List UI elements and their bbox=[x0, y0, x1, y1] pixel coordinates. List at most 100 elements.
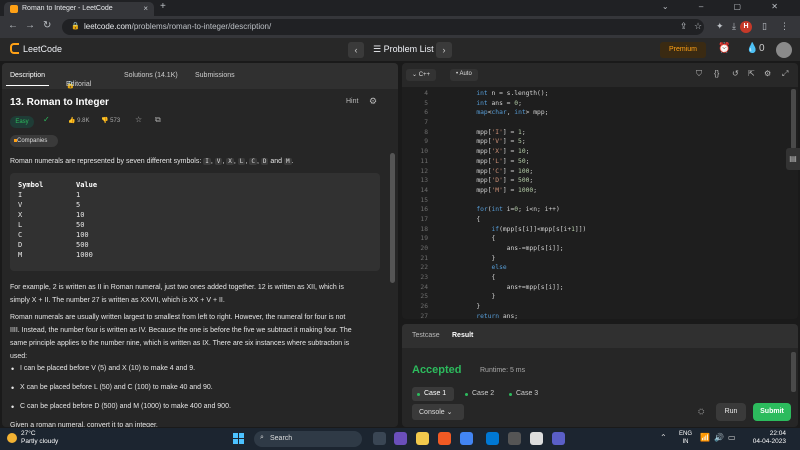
forward-arrow-icon[interactable]: → bbox=[25, 20, 35, 31]
premium-button[interactable]: Premium bbox=[660, 42, 706, 58]
weather-widget[interactable]: 27°C Partly cloudy bbox=[5, 430, 58, 446]
code-line[interactable]: 4 int n = s.length(); bbox=[402, 89, 798, 99]
code-line[interactable]: 17 { bbox=[402, 215, 798, 225]
leetcode-logo[interactable]: LeetCode bbox=[10, 43, 62, 54]
taskbar-search[interactable]: ⌕ Search bbox=[254, 431, 362, 447]
fullscreen-icon[interactable]: ⇱ bbox=[748, 69, 755, 78]
case-tab[interactable]: Case 3 bbox=[504, 387, 546, 401]
vscode-icon[interactable] bbox=[486, 432, 499, 445]
subtraction-line: IIII. Instead, the number four is writte… bbox=[10, 327, 352, 334]
teams-chat-icon[interactable] bbox=[394, 432, 407, 445]
braces-icon[interactable]: {} bbox=[714, 69, 719, 78]
code-line[interactable]: 26 } bbox=[402, 302, 798, 312]
run-button[interactable]: Run bbox=[716, 403, 746, 421]
next-problem-button[interactable]: › bbox=[436, 42, 452, 58]
settings-icon[interactable]: ⚙ bbox=[369, 96, 377, 107]
code-line[interactable]: 20 ans-=mpp[s[i]]; bbox=[402, 244, 798, 254]
dislike-button[interactable]: 👎 573 bbox=[101, 117, 120, 124]
case-tab[interactable]: Case 2 bbox=[460, 387, 502, 401]
new-tab-button[interactable]: + bbox=[160, 1, 166, 12]
hint-button[interactable]: Hint bbox=[346, 98, 358, 105]
tab-result[interactable]: Result bbox=[452, 332, 473, 339]
coins-icon[interactable]: 💧 bbox=[746, 43, 758, 54]
notes-side-tab[interactable]: ▤ bbox=[786, 148, 800, 170]
result-scrollbar[interactable] bbox=[791, 352, 796, 392]
language-indicator[interactable]: ENG IN bbox=[679, 430, 692, 446]
address-bar[interactable]: 🔒 leetcode.com/problems/roman-to-integer… bbox=[62, 19, 704, 35]
wifi-icon[interactable]: 📶 bbox=[700, 433, 710, 442]
tab-close-icon[interactable]: × bbox=[143, 4, 148, 13]
code-line[interactable]: 5 int ans = 0; bbox=[402, 99, 798, 109]
task-view-icon[interactable] bbox=[373, 432, 386, 445]
extensions-icon[interactable]: ✦ bbox=[716, 21, 724, 32]
code-line[interactable]: 8 mpp['I'] = 1; bbox=[402, 128, 798, 138]
expand-icon[interactable]: ⤢ bbox=[782, 69, 788, 79]
companies-tag[interactable]: Companies bbox=[10, 135, 58, 147]
code-line[interactable]: 12 mpp['C'] = 100; bbox=[402, 167, 798, 177]
browser-menu-icon[interactable]: ⋮ bbox=[780, 21, 789, 32]
like-button[interactable]: 👍 9.8K bbox=[68, 117, 89, 124]
code-line[interactable]: 6 map<char, int> mpp; bbox=[402, 108, 798, 118]
bookmark-icon[interactable]: ⛉ bbox=[696, 69, 702, 79]
clock[interactable]: 22:04 04-04-2023 bbox=[742, 430, 786, 446]
code-line[interactable]: 10 mpp['X'] = 10; bbox=[402, 147, 798, 157]
code-line[interactable]: 18 if(mpp[s[i]]<mpp[s[i+1]]) bbox=[402, 225, 798, 235]
user-avatar[interactable] bbox=[776, 42, 792, 58]
download-icon[interactable]: ⤓ bbox=[732, 21, 736, 32]
code-line[interactable]: 22 else bbox=[402, 263, 798, 273]
editor-scrollbar[interactable] bbox=[791, 89, 796, 149]
volume-icon[interactable]: 🔊 bbox=[714, 433, 724, 442]
reset-icon[interactable]: ↺ bbox=[732, 69, 739, 78]
code-line[interactable]: 13 mpp['D'] = 500; bbox=[402, 176, 798, 186]
share-icon[interactable]: ⇪ bbox=[680, 21, 688, 32]
app-icon[interactable] bbox=[508, 432, 521, 445]
code-line[interactable]: 24 ans+=mpp[s[i]]; bbox=[402, 283, 798, 293]
code-line[interactable]: 7 bbox=[402, 118, 798, 128]
result-panel: Testcase Result Accepted Runtime: 5 ms C… bbox=[402, 324, 798, 427]
code-line[interactable]: 15 bbox=[402, 196, 798, 206]
code-line[interactable]: 25 } bbox=[402, 292, 798, 302]
autocomplete-mode-select[interactable]: • Auto bbox=[450, 69, 478, 81]
app-icon[interactable] bbox=[530, 432, 543, 445]
tab-submissions[interactable]: Submissions bbox=[195, 72, 235, 79]
code-area[interactable]: 4 int n = s.length(); 5 int ans = 0; 6 map… bbox=[402, 89, 798, 319]
problem-list-link[interactable]: ☰ Problem List bbox=[373, 44, 434, 55]
windows-start-icon[interactable] bbox=[233, 433, 245, 445]
teams-icon[interactable] bbox=[552, 432, 565, 445]
favorite-star-icon[interactable]: ☆ bbox=[135, 115, 142, 124]
code-line[interactable]: 19 { bbox=[402, 234, 798, 244]
settings-icon[interactable]: ⚙ bbox=[764, 69, 771, 78]
tab-description[interactable]: Description bbox=[5, 72, 50, 86]
brave-browser-icon[interactable] bbox=[438, 432, 451, 445]
sidebar-icon[interactable]: ▯ bbox=[762, 21, 767, 32]
case-tab[interactable]: Case 1 bbox=[412, 387, 455, 401]
debug-icon[interactable]: ⛭ bbox=[698, 407, 704, 417]
share-link-icon[interactable]: ⧉ bbox=[155, 115, 161, 125]
file-explorer-icon[interactable] bbox=[416, 432, 429, 445]
language-select[interactable]: ⌄ C++ bbox=[406, 69, 437, 81]
console-button[interactable]: Console ⌄ bbox=[412, 404, 464, 420]
tray-chevron-icon[interactable]: ⌃ bbox=[660, 433, 667, 442]
tab-testcase[interactable]: Testcase bbox=[412, 332, 440, 339]
bookmark-star-icon[interactable]: ☆ bbox=[694, 21, 702, 32]
chrome-icon[interactable] bbox=[460, 432, 473, 445]
window-controls[interactable]: ⌄ – ▢ ✕ bbox=[662, 2, 792, 11]
submit-button[interactable]: Submit bbox=[753, 403, 791, 421]
reload-icon[interactable]: ↻ bbox=[43, 20, 51, 31]
tab-solutions[interactable]: Solutions (14.1K) bbox=[124, 72, 178, 79]
description-scrollbar[interactable] bbox=[390, 153, 395, 283]
code-line[interactable]: 11 mpp['L'] = 50; bbox=[402, 157, 798, 167]
code-line[interactable]: 21 } bbox=[402, 254, 798, 264]
code-line[interactable]: 23 { bbox=[402, 273, 798, 283]
timer-icon[interactable]: ⏰ bbox=[718, 43, 730, 54]
profile-avatar[interactable]: H bbox=[740, 21, 752, 33]
code-line[interactable]: 16 for(int i=0; i<n; i++) bbox=[402, 205, 798, 215]
browser-tab[interactable]: Roman to Integer - LeetCode × bbox=[4, 2, 154, 16]
code-line[interactable]: 9 mpp['V'] = 5; bbox=[402, 137, 798, 147]
back-arrow-icon[interactable]: ← bbox=[8, 20, 18, 31]
prev-problem-button[interactable]: ‹ bbox=[348, 42, 364, 58]
code-line[interactable]: 27 return ans; bbox=[402, 312, 798, 319]
battery-icon[interactable]: ▭ bbox=[728, 433, 736, 442]
chevron-down-icon: ⌄ bbox=[412, 72, 419, 78]
code-line[interactable]: 14 mpp['M'] = 1000; bbox=[402, 186, 798, 196]
